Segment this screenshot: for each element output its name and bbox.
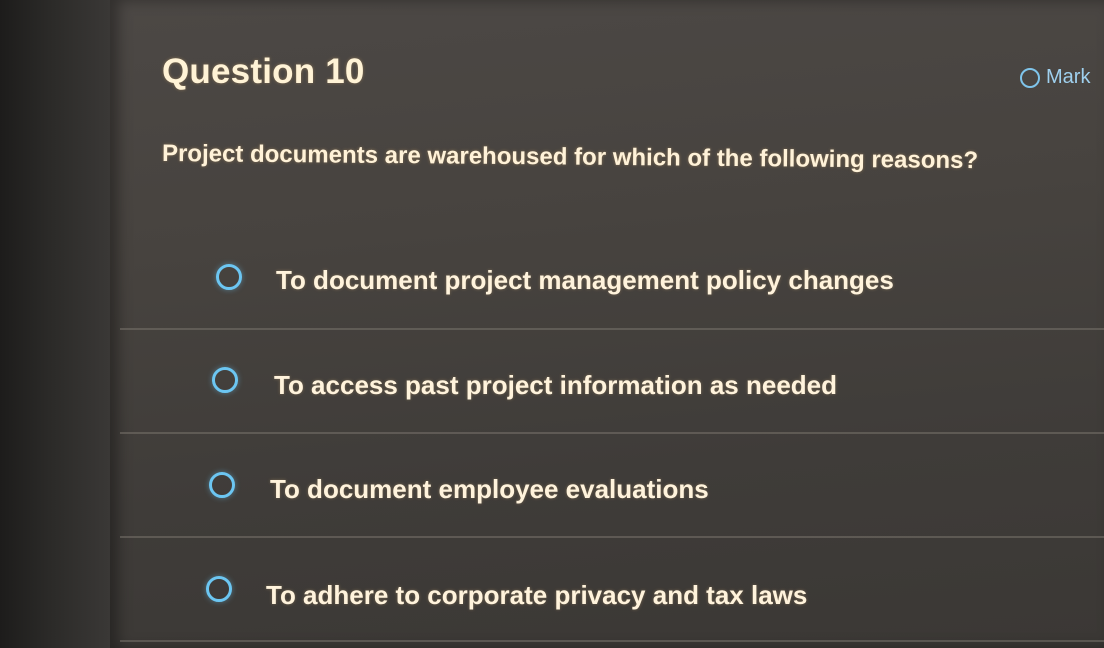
answer-option-2[interactable]: To access past project information as ne… — [120, 330, 1104, 434]
answer-option-label: To document project management policy ch… — [276, 265, 894, 295]
answer-options: To document project management policy ch… — [0, 0, 1104, 648]
answer-option-1[interactable]: To document project management policy ch… — [120, 226, 1104, 330]
answer-option-3[interactable]: To document employee evaluations — [120, 434, 1104, 538]
radio-button-icon[interactable] — [209, 472, 235, 498]
answer-option-4[interactable]: To adhere to corporate privacy and tax l… — [120, 538, 1104, 642]
radio-button-icon[interactable] — [216, 264, 242, 290]
answer-option-label: To document employee evaluations — [270, 474, 709, 504]
radio-button-icon[interactable] — [206, 576, 232, 602]
answer-option-label: To adhere to corporate privacy and tax l… — [266, 580, 808, 610]
option-divider — [120, 640, 1104, 642]
radio-button-icon[interactable] — [212, 367, 238, 393]
answer-option-label: To access past project information as ne… — [274, 370, 838, 400]
